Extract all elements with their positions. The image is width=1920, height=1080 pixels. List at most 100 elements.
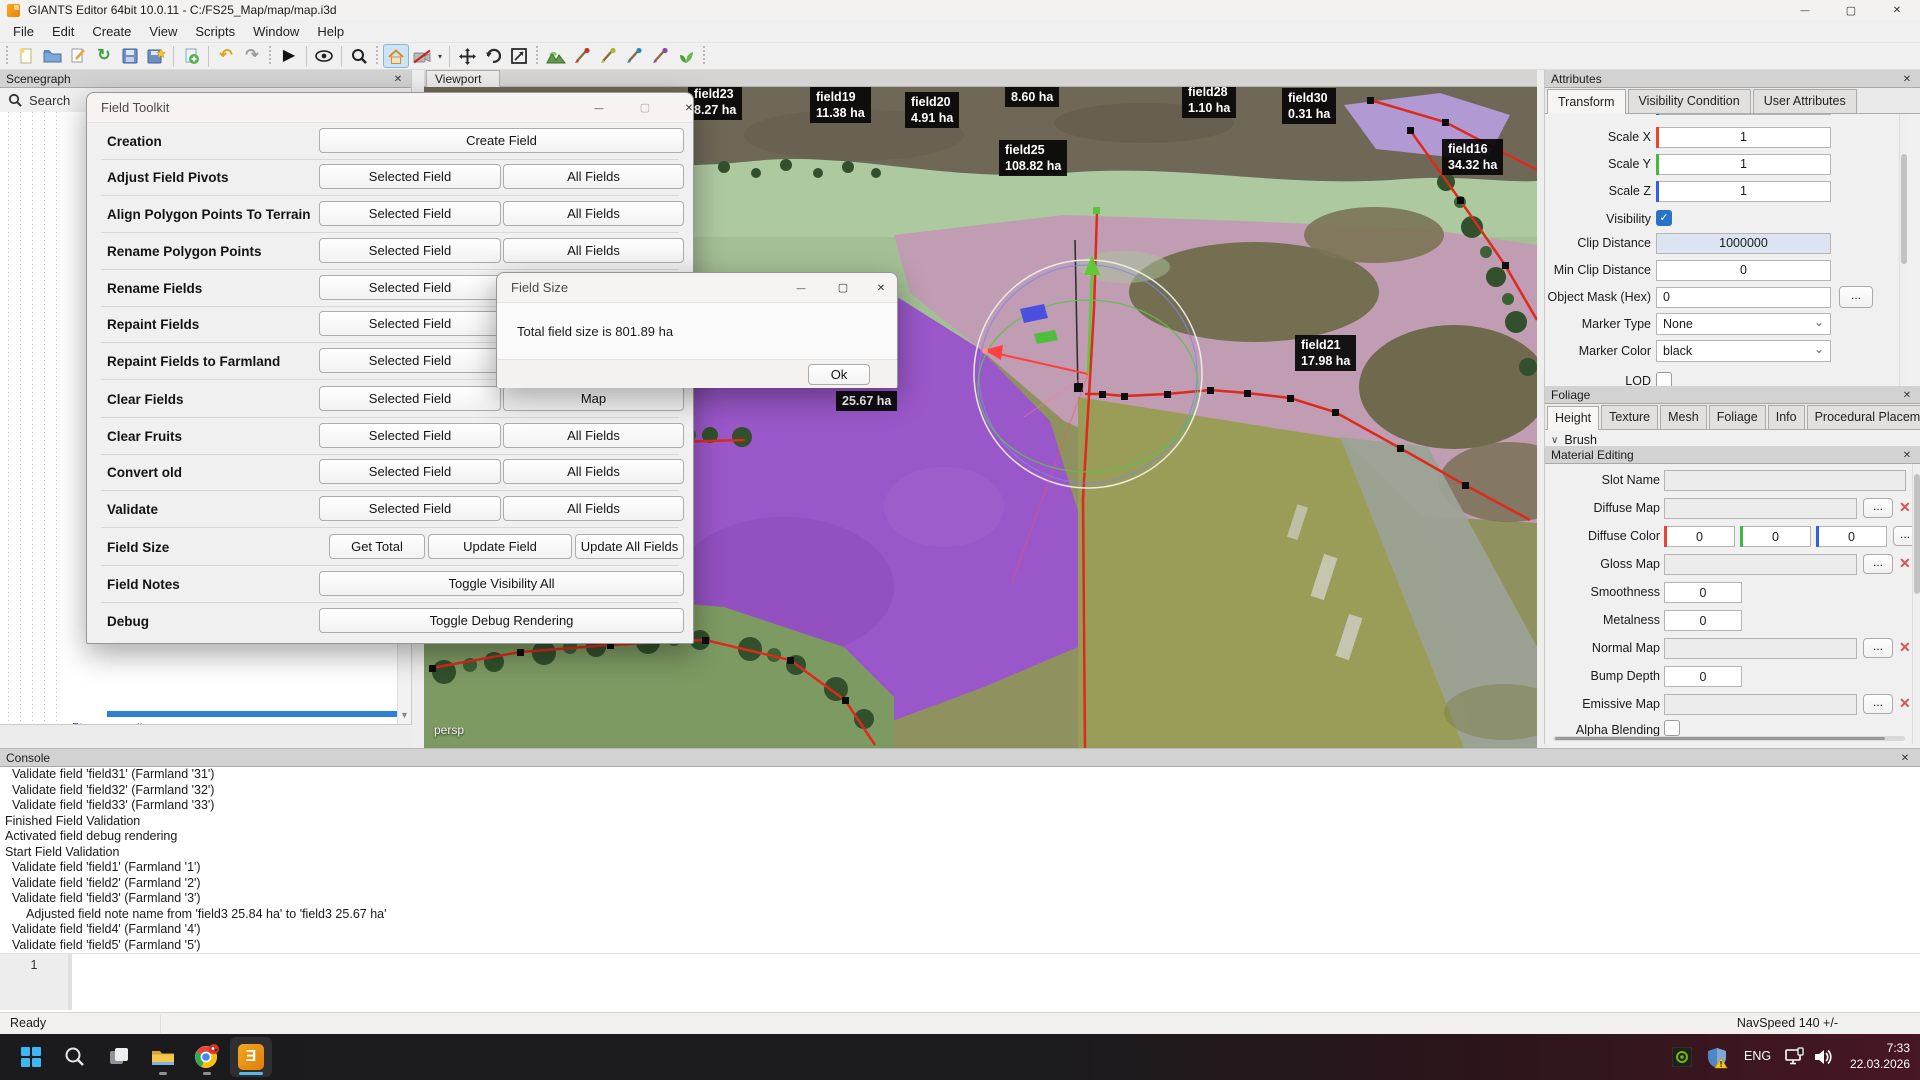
foliage-close-icon[interactable]	[1900, 388, 1914, 402]
console-close-icon[interactable]	[1898, 751, 1912, 765]
toggle-debug-rendering-button[interactable]: Toggle Debug Rendering	[319, 608, 684, 633]
align-points-all-button[interactable]: All Fields	[503, 201, 684, 226]
scenegraph-close-icon[interactable]	[391, 72, 405, 86]
attributes-close-icon[interactable]	[1900, 72, 1914, 86]
maximize-button[interactable]	[1828, 0, 1874, 20]
min-clip-distance-field[interactable]: 0	[1656, 260, 1831, 281]
dialog-minimize-button[interactable]	[583, 93, 615, 122]
terrain-paint-purple-icon[interactable]	[647, 44, 673, 68]
marker-type-dropdown[interactable]: None	[1656, 313, 1831, 335]
scale-x-field[interactable]: 1	[1656, 127, 1831, 148]
visibility-checkbox[interactable]	[1656, 210, 1672, 226]
console-script-editor[interactable]: 1	[0, 953, 1920, 1009]
save-as-icon[interactable]	[143, 44, 169, 68]
field-size-update-field-button[interactable]: Update Field	[428, 534, 572, 559]
material-close-icon[interactable]	[1900, 448, 1914, 462]
tab-mesh[interactable]: Mesh	[1660, 405, 1707, 429]
adjust-pivots-all-button[interactable]: All Fields	[503, 164, 684, 189]
object-mask-field[interactable]: 0	[1656, 287, 1831, 308]
validate-selected-button[interactable]: Selected Field	[319, 496, 501, 521]
task-view-button[interactable]	[98, 1037, 140, 1077]
normal-map-field[interactable]	[1664, 638, 1857, 659]
visibility-eye-icon[interactable]	[311, 44, 337, 68]
normal-map-browse-button[interactable]: ...	[1863, 638, 1893, 658]
emissive-map-field[interactable]	[1664, 694, 1857, 715]
rename-points-all-button[interactable]: All Fields	[503, 238, 684, 263]
home-camera-icon[interactable]	[383, 44, 409, 68]
terrain-paint-red-icon[interactable]	[569, 44, 595, 68]
bump-depth-field[interactable]: 0	[1664, 666, 1742, 687]
menu-edit[interactable]: Edit	[43, 22, 83, 41]
clear-fields-selected-button[interactable]: Selected Field	[319, 386, 501, 411]
menu-view[interactable]: View	[140, 22, 186, 41]
clip-distance-field[interactable]: 1000000	[1656, 233, 1831, 254]
rotate-tool-icon[interactable]	[480, 44, 506, 68]
toggle-visibility-all-button[interactable]: Toggle Visibility All	[319, 571, 684, 596]
console-log[interactable]: Validate field 'field31' (Farmland '31')…	[0, 767, 1920, 953]
lod-checkbox[interactable]	[1656, 372, 1672, 386]
attributes-scrollbar[interactable]	[1899, 114, 1907, 386]
play-icon[interactable]: ▶	[276, 44, 302, 68]
tab-visibility-condition[interactable]: Visibility Condition	[1628, 89, 1751, 113]
diffuse-color-b-field[interactable]: 0	[1816, 526, 1887, 547]
dialog-close-button[interactable]	[673, 93, 705, 122]
dialog-close-button[interactable]	[865, 273, 897, 302]
chrome-button[interactable]	[186, 1037, 228, 1077]
taskbar-clock[interactable]: 7:33 22.03.2026	[1850, 1040, 1910, 1072]
scale-tool-icon[interactable]	[506, 44, 532, 68]
rename-icon[interactable]	[65, 44, 91, 68]
terrain-paint-blue-icon[interactable]	[621, 44, 647, 68]
move-tool-icon[interactable]	[454, 44, 480, 68]
gloss-map-field[interactable]	[1664, 554, 1857, 575]
new-file-icon[interactable]	[13, 44, 39, 68]
rename-points-selected-button[interactable]: Selected Field	[319, 238, 501, 263]
scroll-down-arrow-icon[interactable]: ▼	[400, 710, 409, 720]
tab-height[interactable]: Height	[1547, 406, 1599, 430]
menu-file[interactable]: File	[4, 22, 43, 41]
slot-name-field[interactable]	[1664, 470, 1906, 491]
field-size-titlebar[interactable]: Field Size	[497, 273, 897, 303]
scenegraph-horizontal-scrollbar[interactable]	[0, 724, 412, 748]
tab-foliage[interactable]: Foliage	[1709, 405, 1766, 429]
diffuse-color-g-field[interactable]: 0	[1740, 526, 1811, 547]
foliage-paint-icon[interactable]	[673, 44, 699, 68]
clipped-input[interactable]	[1656, 114, 1831, 115]
diffuse-map-browse-button[interactable]: ...	[1863, 498, 1893, 518]
diffuse-map-field[interactable]	[1664, 498, 1857, 519]
object-mask-browse-button[interactable]: ...	[1839, 286, 1873, 308]
tab-transform[interactable]: Transform	[1547, 89, 1626, 114]
minimize-button[interactable]	[1782, 0, 1828, 20]
field-toolkit-titlebar[interactable]: Field Toolkit	[87, 93, 693, 123]
dialog-maximize-button[interactable]	[827, 273, 859, 302]
brush-section-toggle[interactable]: ∨ Brush	[1551, 433, 1597, 446]
metalness-field[interactable]: 0	[1664, 610, 1742, 631]
clear-fruits-selected-button[interactable]: Selected Field	[319, 423, 501, 448]
repaint-fields-selected-button[interactable]: Selected Field	[319, 311, 501, 336]
tab-user-attributes[interactable]: User Attributes	[1753, 89, 1857, 113]
repaint-farmland-selected-button[interactable]: Selected Field	[319, 348, 501, 373]
convert-old-selected-button[interactable]: Selected Field	[319, 459, 501, 484]
material-scrollbar[interactable]	[1912, 464, 1920, 744]
start-button[interactable]	[10, 1037, 52, 1077]
tab-info[interactable]: Info	[1768, 405, 1805, 429]
menu-help[interactable]: Help	[308, 22, 353, 41]
nvidia-tray-icon[interactable]	[1672, 1047, 1692, 1072]
clear-fruits-all-button[interactable]: All Fields	[503, 423, 684, 448]
ok-button[interactable]: Ok	[808, 364, 870, 385]
add-object-icon[interactable]	[178, 44, 204, 68]
menu-create[interactable]: Create	[83, 22, 140, 41]
scale-y-field[interactable]: 1	[1656, 154, 1831, 175]
open-folder-icon[interactable]	[39, 44, 65, 68]
adjust-pivots-selected-button[interactable]: Selected Field	[319, 164, 501, 189]
field-size-update-all-button[interactable]: Update All Fields	[575, 534, 684, 559]
taskbar-search-button[interactable]	[54, 1037, 96, 1077]
terrain-paint-yellow-icon[interactable]	[595, 44, 621, 68]
menu-window[interactable]: Window	[244, 22, 308, 41]
clear-fields-map-button[interactable]: Map	[503, 386, 684, 411]
file-explorer-button[interactable]	[142, 1037, 184, 1077]
save-icon[interactable]	[117, 44, 143, 68]
alpha-blending-checkbox[interactable]	[1664, 720, 1680, 736]
undo-icon[interactable]: ↶	[213, 44, 239, 68]
menu-scripts[interactable]: Scripts	[186, 22, 244, 41]
field-size-get-total-button[interactable]: Get Total	[329, 534, 425, 559]
